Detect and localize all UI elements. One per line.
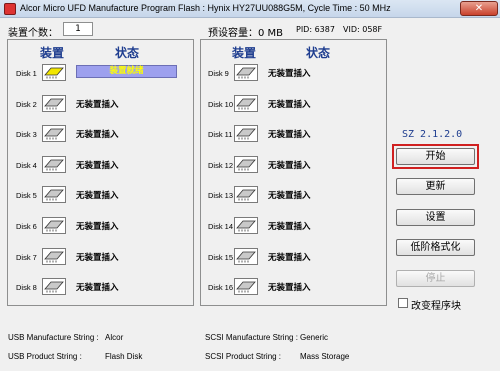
preset-capacity: 预设容量：0 MB: [208, 28, 284, 39]
disk-status: 无装置插入: [268, 222, 311, 232]
usb-product-label: USB Product String :: [8, 352, 82, 361]
disk-status: 无装置插入: [268, 69, 311, 79]
window-title: Alcor Micro UFD Manufacture Program Flas…: [20, 3, 391, 13]
disk-row: Disk 16 无装置插入: [208, 277, 378, 299]
device-column-header-left: 装置: [40, 46, 65, 60]
disk-row: Disk 13 无装置插入: [208, 185, 378, 207]
flash-chip-icon: [42, 64, 66, 81]
disk-status: 无装置插入: [76, 253, 119, 263]
disk-label: Disk 13: [208, 191, 234, 200]
refresh-button[interactable]: 更新: [396, 178, 475, 195]
flash-chip-icon: [42, 156, 66, 173]
disk-status: 无装置插入: [76, 222, 119, 232]
scsi-manufacture-label: SCSI Manufacture String :: [205, 333, 298, 342]
device-column-header-right: 装置: [232, 46, 257, 60]
device-count-field: 1: [63, 22, 93, 36]
disk-row: Disk 15 无装置插入: [208, 247, 378, 269]
change-order-label: 改变程序块: [411, 301, 461, 312]
disk-status: 无装置插入: [76, 191, 119, 201]
stop-button[interactable]: 停止: [396, 270, 475, 287]
disk-label: Disk 7: [16, 253, 37, 262]
flash-chip-icon: [234, 278, 258, 295]
start-button[interactable]: 开始: [396, 148, 475, 165]
disk-label: Disk 4: [16, 161, 37, 170]
disk-row: Disk 1 装置就绪: [16, 63, 186, 85]
settings-button[interactable]: 设置: [396, 209, 475, 226]
disk-label: Disk 8: [16, 283, 37, 292]
disk-label: Disk 10: [208, 100, 234, 109]
disk-label: Disk 11: [208, 130, 233, 139]
disk-status: 无装置插入: [268, 100, 311, 110]
scsi-manufacture-value: Generic: [300, 333, 329, 342]
disk-label: Disk 12: [208, 161, 234, 170]
disk-row: Disk 12 无装置插入: [208, 155, 378, 177]
disk-label: Disk 6: [16, 222, 37, 231]
disk-label: Disk 3: [16, 130, 37, 139]
disk-row: Disk 6 无装置插入: [16, 216, 186, 238]
flash-chip-icon: [234, 95, 258, 112]
disk-row: Disk 4 无装置插入: [16, 155, 186, 177]
title-bar: Alcor Micro UFD Manufacture Program Flas…: [0, 0, 500, 18]
disk-status: 无装置插入: [268, 161, 311, 171]
status-column-header-left: 状态: [115, 46, 140, 60]
flash-chip-icon: [42, 125, 66, 142]
disk-label: Disk 16: [208, 283, 234, 292]
disk-status: 无装置插入: [76, 283, 119, 293]
disk-row: Disk 11 无装置插入: [208, 124, 378, 146]
usb-manufacture-label: USB Manufacture String :: [8, 333, 99, 342]
flash-chip-icon: [42, 248, 66, 265]
disk-row: Disk 8 无装置插入: [16, 277, 186, 299]
flash-chip-icon: [234, 156, 258, 173]
flash-chip-icon: [234, 125, 258, 142]
disk-status: 无装置插入: [268, 191, 311, 201]
pid-label: PID: 6387: [296, 25, 335, 34]
change-order-checkbox[interactable]: [398, 298, 408, 308]
flash-chip-icon: [42, 186, 66, 203]
disk-status: 无装置插入: [76, 161, 119, 171]
low-level-format-button[interactable]: 低阶格式化: [396, 239, 475, 256]
disk-row: Disk 3 无装置插入: [16, 124, 186, 146]
disk-row: Disk 14 无装置插入: [208, 216, 378, 238]
flash-chip-icon: [234, 217, 258, 234]
disk-label: Disk 9: [208, 69, 229, 78]
disk-row: Disk 5 无装置插入: [16, 185, 186, 207]
flash-chip-icon: [42, 95, 66, 112]
disk-status: 无装置插入: [268, 283, 311, 293]
disk-status: 无装置插入: [268, 253, 311, 263]
app-icon: [4, 3, 16, 15]
disk-row: Disk 7 无装置插入: [16, 247, 186, 269]
disk-row: Disk 9 无装置插入: [208, 63, 378, 85]
flash-chip-icon: [234, 64, 258, 81]
flash-chip-icon: [42, 278, 66, 295]
version-label: SZ 2.1.2.0: [402, 129, 463, 140]
disk-label: Disk 2: [16, 100, 37, 109]
disk-status: 无装置插入: [76, 100, 119, 110]
disk-row: Disk 10 无装置插入: [208, 94, 378, 116]
disk-label: Disk 14: [208, 222, 234, 231]
scsi-product-label: SCSI Product String :: [205, 352, 282, 361]
disk-label: Disk 15: [208, 253, 234, 262]
disk-row: Disk 2 无装置插入: [16, 94, 186, 116]
disk-status-ready: 装置就绪: [76, 65, 177, 78]
disk-label: Disk 1: [16, 69, 37, 78]
usb-manufacture-value: Alcor: [105, 333, 124, 342]
status-column-header-right: 状态: [306, 46, 331, 60]
disk-label: Disk 5: [16, 191, 37, 200]
flash-chip-icon: [234, 248, 258, 265]
flash-chip-icon: [234, 186, 258, 203]
close-icon[interactable]: ✕: [460, 1, 498, 16]
disk-status: 无装置插入: [268, 130, 311, 140]
usb-product-value: Flash Disk: [105, 352, 143, 361]
disk-status: 无装置插入: [76, 130, 119, 140]
vid-label: VID: 058F: [343, 25, 383, 34]
flash-chip-icon: [42, 217, 66, 234]
device-count-label: 装置个数：: [8, 28, 58, 39]
scsi-product-value: Mass Storage: [300, 352, 350, 361]
